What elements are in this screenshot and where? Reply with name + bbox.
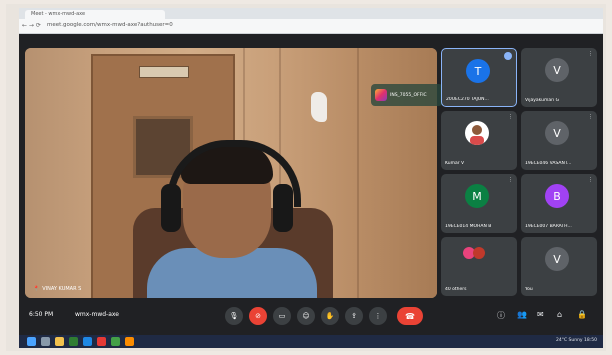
hand-icon: ✋ xyxy=(325,312,335,320)
avatar: V xyxy=(545,247,569,271)
chat-icon[interactable]: ✉ xyxy=(537,310,544,319)
captions-icon: ▭ xyxy=(278,312,286,320)
person-photo-icon xyxy=(470,125,484,145)
wall-panel-line xyxy=(357,48,359,298)
search-icon[interactable] xyxy=(41,337,50,346)
hanging-cloth xyxy=(311,92,327,122)
app-icon[interactable] xyxy=(125,337,134,346)
weather-text: 24°C Sunny xyxy=(555,338,583,343)
app-icon[interactable] xyxy=(97,337,106,346)
people-icon[interactable]: 👥 xyxy=(517,310,527,319)
participant-tile[interactable]: V ⋮ 19ECE046 VASANT... xyxy=(521,111,597,170)
speaker-name-label: 📍 VINAY KUMAR S xyxy=(33,286,82,292)
mic-off-icon: ⋮ xyxy=(508,177,513,183)
avatar: V xyxy=(545,58,569,82)
app-icon[interactable] xyxy=(69,337,78,346)
participant-grid: T 20UEC270 TAJUN... V ⋮ Vijayakumari G ⋮… xyxy=(441,48,599,298)
mic-off-icon: ⋮ xyxy=(588,114,593,120)
meeting-code: wmx-mwd-axe xyxy=(75,311,119,318)
self-tile[interactable]: V You xyxy=(521,237,597,296)
participant-name: You xyxy=(525,287,533,292)
tab-title: Meet - wmx-mwd-axe xyxy=(31,11,86,17)
participant-name: 19ECE014 MOHAN B xyxy=(445,224,492,229)
emoji-icon: ☺ xyxy=(302,312,310,320)
browser-tab-bar: Meet - wmx-mwd-axe xyxy=(19,8,603,19)
lock-icon[interactable]: 🔒 xyxy=(577,310,587,319)
camera-off-button[interactable]: ⊘ xyxy=(249,307,267,325)
more-vert-icon: ⋮ xyxy=(374,312,382,320)
avatar: V xyxy=(545,121,569,145)
others-count: 40 others xyxy=(445,287,467,292)
pin-icon: 📍 xyxy=(33,286,40,292)
meet-window: 📍 VINAY KUMAR S INS_7055_OFFIC T 20UEC27… xyxy=(19,34,603,348)
participant-tile[interactable]: T 20UEC270 TAJUN... xyxy=(441,48,517,107)
participant-tile[interactable]: ⋮ Kumar V xyxy=(441,111,517,170)
address-bar[interactable]: ← → ⟳ meet.google.com/wmx-mwd-axe?authus… xyxy=(19,19,603,34)
others-avatar xyxy=(473,247,485,259)
app-icon[interactable] xyxy=(83,337,92,346)
present-button[interactable]: ⇪ xyxy=(345,307,363,325)
taskbar-clock: 18:50 xyxy=(584,338,597,343)
others-tile[interactable]: 40 others xyxy=(441,237,517,296)
overlay-label: INS_7055_OFFIC xyxy=(390,92,427,98)
mic-off-icon: ⋮ xyxy=(508,114,513,120)
captions-button[interactable]: ▭ xyxy=(273,307,291,325)
meet-control-bar: 6:50 PM wmx-mwd-axe 🎙 ⊘ ▭ ☺ ✋ ⇪ ⋮ ☎ ⓘ 👥 … xyxy=(19,302,603,332)
system-tray: 24°C Sunny 18:50 xyxy=(556,338,597,343)
chrome-icon[interactable] xyxy=(111,337,120,346)
headphones-left-cup xyxy=(161,184,181,232)
instagram-overlay: INS_7055_OFFIC xyxy=(371,84,443,106)
mic-button[interactable]: 🎙 xyxy=(225,307,243,325)
camera-off-icon: ⊘ xyxy=(255,312,261,320)
laptop-screen: Meet - wmx-mwd-axe ← → ⟳ meet.google.com… xyxy=(19,8,603,348)
participant-name: 20UEC270 TAJUN... xyxy=(446,97,489,102)
mic-icon: 🎙 xyxy=(229,312,239,320)
meeting-time: 6:50 PM xyxy=(29,311,54,318)
avatar: B xyxy=(545,184,569,208)
avatar-photo xyxy=(465,121,489,145)
participant-name: 19ECE007 BARATH... xyxy=(525,224,572,229)
url-text[interactable]: meet.google.com/wmx-mwd-axe?authuser=0 xyxy=(47,22,173,28)
headphones-right-cup xyxy=(273,184,293,232)
participant-tile[interactable]: B ⋮ 19ECE007 BARATH... xyxy=(521,174,597,233)
avatar: M xyxy=(465,184,489,208)
raise-hand-button[interactable]: ✋ xyxy=(321,307,339,325)
info-icon[interactable]: ⓘ xyxy=(497,310,505,321)
mic-off-icon: ⋮ xyxy=(588,51,593,57)
participant-tile[interactable]: M ⋮ 19ECE014 MOHAN B xyxy=(441,174,517,233)
participant-name: Vijayakumari G xyxy=(525,98,560,103)
more-options-button[interactable]: ⋮ xyxy=(369,307,387,325)
present-icon: ⇪ xyxy=(351,312,357,320)
participant-tile[interactable]: V ⋮ Vijayakumari G xyxy=(521,48,597,107)
phone-hangup-icon: ☎ xyxy=(405,311,415,321)
speaking-indicator-icon xyxy=(504,52,512,60)
leave-call-button[interactable]: ☎ xyxy=(397,307,423,325)
avatar: T xyxy=(466,59,490,83)
nav-arrows-icon[interactable]: ← → ⟳ xyxy=(22,22,41,29)
file-explorer-icon[interactable] xyxy=(55,337,64,346)
emoji-button[interactable]: ☺ xyxy=(297,307,315,325)
browser-tab[interactable]: Meet - wmx-mwd-axe xyxy=(25,10,165,19)
participant-name: Kumar V xyxy=(445,161,465,166)
start-icon[interactable] xyxy=(27,337,36,346)
participant-name: 19ECE046 VASANT... xyxy=(525,161,572,166)
mic-off-icon: ⋮ xyxy=(588,177,593,183)
instagram-icon xyxy=(375,89,387,101)
door-nameplate xyxy=(139,66,189,78)
windows-taskbar: 24°C Sunny 18:50 xyxy=(19,335,603,348)
activities-icon[interactable]: ⌂ xyxy=(557,310,562,319)
